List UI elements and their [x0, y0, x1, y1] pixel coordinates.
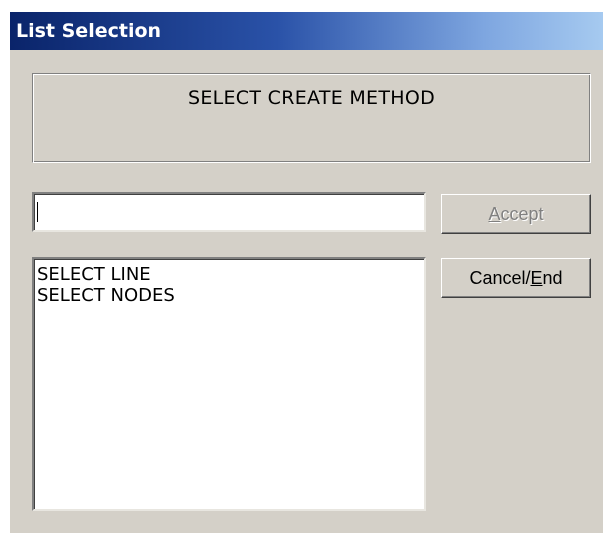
list-selection-dialog: List Selection SELECT CREATE METHOD SELE… [10, 12, 603, 533]
prompt-panel: SELECT CREATE METHOD [32, 73, 591, 163]
text-caret [37, 202, 38, 222]
listbox-items: SELECT LINE SELECT NODES [34, 259, 424, 306]
cancel-mnemonic: E [530, 268, 543, 288]
window-title: List Selection [16, 20, 162, 42]
cancel-label-before: Cancel/ [469, 268, 531, 288]
accept-mnemonic: A [488, 204, 501, 224]
selection-listbox[interactable]: SELECT LINE SELECT NODES [32, 257, 426, 511]
list-item-select-nodes[interactable]: SELECT NODES [34, 285, 424, 306]
cancel-label-rest: nd [542, 268, 563, 288]
title-bar[interactable]: List Selection [10, 12, 603, 50]
accept-button[interactable]: Accept [441, 194, 591, 234]
accept-label-rest: ccept [500, 204, 544, 224]
prompt-text: SELECT CREATE METHOD [187, 87, 436, 109]
cancel-end-button[interactable]: Cancel/End [441, 258, 591, 298]
selection-input[interactable] [32, 192, 426, 232]
list-item-select-line[interactable]: SELECT LINE [34, 264, 424, 285]
